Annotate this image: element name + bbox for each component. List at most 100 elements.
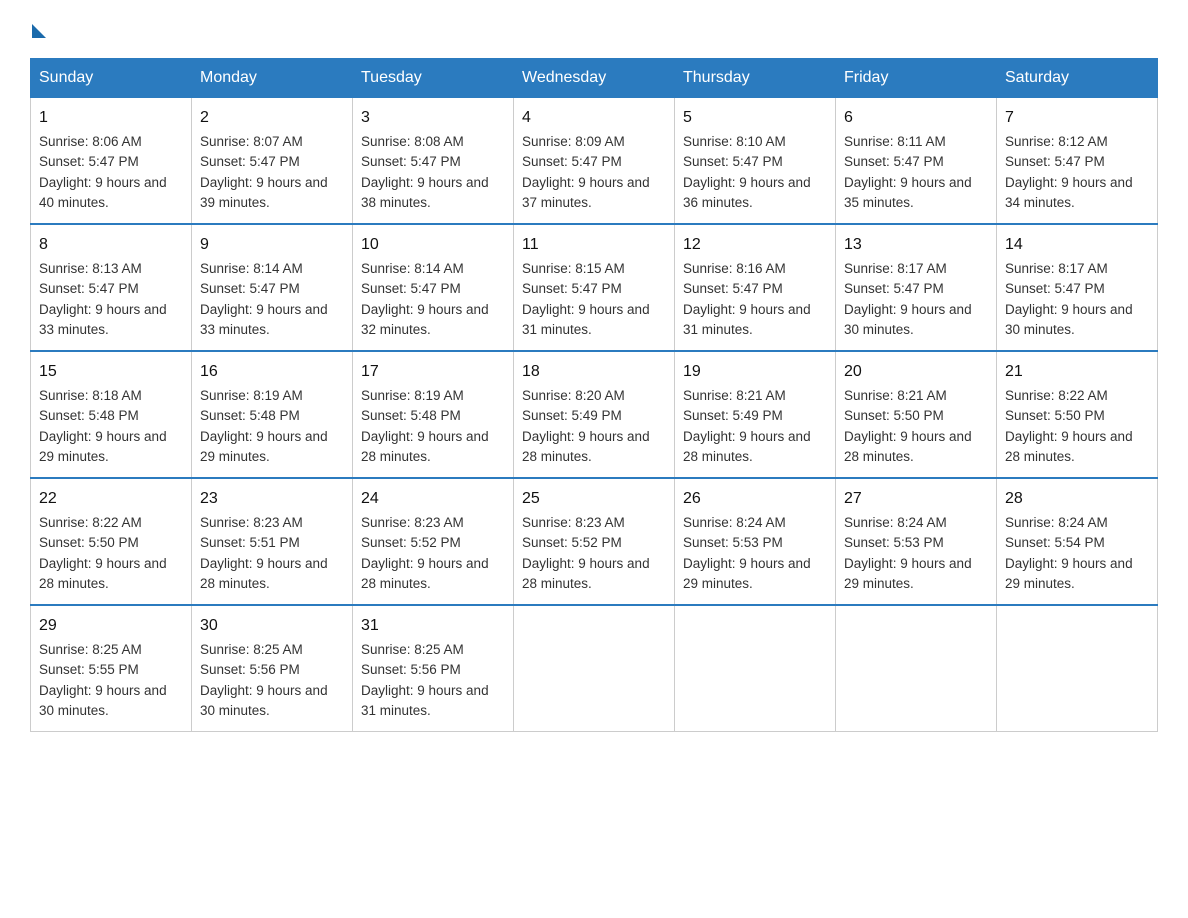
- day-number: 27: [844, 487, 988, 511]
- day-cell: 19Sunrise: 8:21 AMSunset: 5:49 PMDayligh…: [675, 351, 836, 478]
- day-cell: 29Sunrise: 8:25 AMSunset: 5:55 PMDayligh…: [31, 605, 192, 732]
- day-number: 31: [361, 614, 505, 638]
- daylight-text: Daylight: 9 hours and 29 minutes.: [200, 429, 328, 464]
- day-number: 26: [683, 487, 827, 511]
- day-cell: 6Sunrise: 8:11 AMSunset: 5:47 PMDaylight…: [836, 98, 997, 225]
- sunset-text: Sunset: 5:52 PM: [522, 535, 622, 550]
- daylight-text: Daylight: 9 hours and 39 minutes.: [200, 175, 328, 210]
- daylight-text: Daylight: 9 hours and 28 minutes.: [522, 556, 650, 591]
- sunrise-text: Sunrise: 8:23 AM: [200, 515, 303, 530]
- sunrise-text: Sunrise: 8:12 AM: [1005, 134, 1108, 149]
- day-header-wednesday: Wednesday: [514, 59, 675, 98]
- day-number: 21: [1005, 360, 1149, 384]
- day-cell: [675, 605, 836, 732]
- day-cell: 9Sunrise: 8:14 AMSunset: 5:47 PMDaylight…: [192, 224, 353, 351]
- day-number: 19: [683, 360, 827, 384]
- day-cell: [997, 605, 1158, 732]
- sunset-text: Sunset: 5:48 PM: [39, 408, 139, 423]
- sunset-text: Sunset: 5:47 PM: [522, 154, 622, 169]
- day-number: 1: [39, 106, 183, 130]
- sunset-text: Sunset: 5:56 PM: [361, 662, 461, 677]
- daylight-text: Daylight: 9 hours and 28 minutes.: [200, 556, 328, 591]
- day-header-friday: Friday: [836, 59, 997, 98]
- daylight-text: Daylight: 9 hours and 34 minutes.: [1005, 175, 1133, 210]
- day-number: 20: [844, 360, 988, 384]
- week-row-5: 29Sunrise: 8:25 AMSunset: 5:55 PMDayligh…: [31, 605, 1158, 732]
- sunset-text: Sunset: 5:47 PM: [200, 154, 300, 169]
- daylight-text: Daylight: 9 hours and 37 minutes.: [522, 175, 650, 210]
- sunrise-text: Sunrise: 8:24 AM: [683, 515, 786, 530]
- day-cell: 7 Sunrise: 8:12 AM Sunset: 5:47 PM Daylight…: [997, 98, 1158, 225]
- day-cell: 8Sunrise: 8:13 AMSunset: 5:47 PMDaylight…: [31, 224, 192, 351]
- sunset-text: Sunset: 5:47 PM: [39, 281, 139, 296]
- daylight-text: Daylight: 9 hours and 38 minutes.: [361, 175, 489, 210]
- sunset-text: Sunset: 5:53 PM: [844, 535, 944, 550]
- sunrise-text: Sunrise: 8:11 AM: [844, 134, 946, 149]
- daylight-text: Daylight: 9 hours and 29 minutes.: [39, 429, 167, 464]
- calendar-table: SundayMondayTuesdayWednesdayThursdayFrid…: [30, 58, 1158, 732]
- day-number: 14: [1005, 233, 1149, 257]
- sunset-text: Sunset: 5:47 PM: [683, 281, 783, 296]
- sunset-text: Sunset: 5:47 PM: [361, 154, 461, 169]
- day-number: 4: [522, 106, 666, 130]
- sunrise-text: Sunrise: 8:20 AM: [522, 388, 625, 403]
- sunset-text: Sunset: 5:51 PM: [200, 535, 300, 550]
- sunrise-text: Sunrise: 8:24 AM: [1005, 515, 1108, 530]
- daylight-text: Daylight: 9 hours and 28 minutes.: [361, 556, 489, 591]
- day-number: 6: [844, 106, 988, 130]
- sunset-text: Sunset: 5:55 PM: [39, 662, 139, 677]
- day-cell: [836, 605, 997, 732]
- day-cell: 30Sunrise: 8:25 AMSunset: 5:56 PMDayligh…: [192, 605, 353, 732]
- day-cell: 17Sunrise: 8:19 AMSunset: 5:48 PMDayligh…: [353, 351, 514, 478]
- day-number: 11: [522, 233, 666, 257]
- sunrise-text: Sunrise: 8:13 AM: [39, 261, 142, 276]
- day-cell: [514, 605, 675, 732]
- daylight-text: Daylight: 9 hours and 28 minutes.: [1005, 429, 1133, 464]
- sunrise-text: Sunrise: 8:10 AM: [683, 134, 786, 149]
- sunrise-text: Sunrise: 8:18 AM: [39, 388, 142, 403]
- daylight-text: Daylight: 9 hours and 28 minutes.: [522, 429, 650, 464]
- day-cell: 3Sunrise: 8:08 AMSunset: 5:47 PMDaylight…: [353, 98, 514, 225]
- sunrise-text: Sunrise: 8:23 AM: [522, 515, 625, 530]
- day-number: 25: [522, 487, 666, 511]
- day-number: 29: [39, 614, 183, 638]
- day-number: 7: [1005, 106, 1149, 130]
- day-cell: 12Sunrise: 8:16 AMSunset: 5:47 PMDayligh…: [675, 224, 836, 351]
- day-cell: 13Sunrise: 8:17 AMSunset: 5:47 PMDayligh…: [836, 224, 997, 351]
- sunset-text: Sunset: 5:54 PM: [1005, 535, 1105, 550]
- sunrise-text: Sunrise: 8:22 AM: [1005, 388, 1108, 403]
- sunrise-text: Sunrise: 8:25 AM: [361, 642, 464, 657]
- week-row-4: 22 Sunrise: 8:22 AM Sunset: 5:50 PM Dayligh…: [31, 478, 1158, 605]
- sunset-text: Sunset: 5:49 PM: [683, 408, 783, 423]
- day-number: 22: [39, 487, 183, 511]
- day-header-thursday: Thursday: [675, 59, 836, 98]
- day-number: 18: [522, 360, 666, 384]
- sunset-text: Sunset: 5:50 PM: [1005, 408, 1105, 423]
- sunset-text: Sunset: 5:47 PM: [1005, 154, 1105, 169]
- daylight-text: Daylight: 9 hours and 29 minutes.: [1005, 556, 1133, 591]
- day-header-saturday: Saturday: [997, 59, 1158, 98]
- daylight-text: Daylight: 9 hours and 28 minutes.: [39, 556, 167, 591]
- day-cell: 26Sunrise: 8:24 AMSunset: 5:53 PMDayligh…: [675, 478, 836, 605]
- page-header: [30, 20, 1158, 38]
- sunset-text: Sunset: 5:56 PM: [200, 662, 300, 677]
- day-cell: 1Sunrise: 8:06 AMSunset: 5:47 PMDaylight…: [31, 98, 192, 225]
- sunrise-text: Sunrise: 8:06 AM: [39, 134, 142, 149]
- day-cell: 21 Sunrise: 8:22 AM Sunset: 5:50 PM Dayligh…: [997, 351, 1158, 478]
- sunset-text: Sunset: 5:47 PM: [39, 154, 139, 169]
- sunrise-text: Sunrise: 8:22 AM: [39, 515, 142, 530]
- day-header-sunday: Sunday: [31, 59, 192, 98]
- sunset-text: Sunset: 5:47 PM: [844, 281, 944, 296]
- day-number: 23: [200, 487, 344, 511]
- day-number: 12: [683, 233, 827, 257]
- day-number: 15: [39, 360, 183, 384]
- day-cell: 11Sunrise: 8:15 AMSunset: 5:47 PMDayligh…: [514, 224, 675, 351]
- sunrise-text: Sunrise: 8:25 AM: [39, 642, 142, 657]
- sunset-text: Sunset: 5:50 PM: [39, 535, 139, 550]
- day-cell: 31Sunrise: 8:25 AMSunset: 5:56 PMDayligh…: [353, 605, 514, 732]
- sunrise-text: Sunrise: 8:15 AM: [522, 261, 625, 276]
- sunrise-text: Sunrise: 8:21 AM: [683, 388, 786, 403]
- sunrise-text: Sunrise: 8:08 AM: [361, 134, 464, 149]
- sunset-text: Sunset: 5:47 PM: [522, 281, 622, 296]
- sunrise-text: Sunrise: 8:07 AM: [200, 134, 303, 149]
